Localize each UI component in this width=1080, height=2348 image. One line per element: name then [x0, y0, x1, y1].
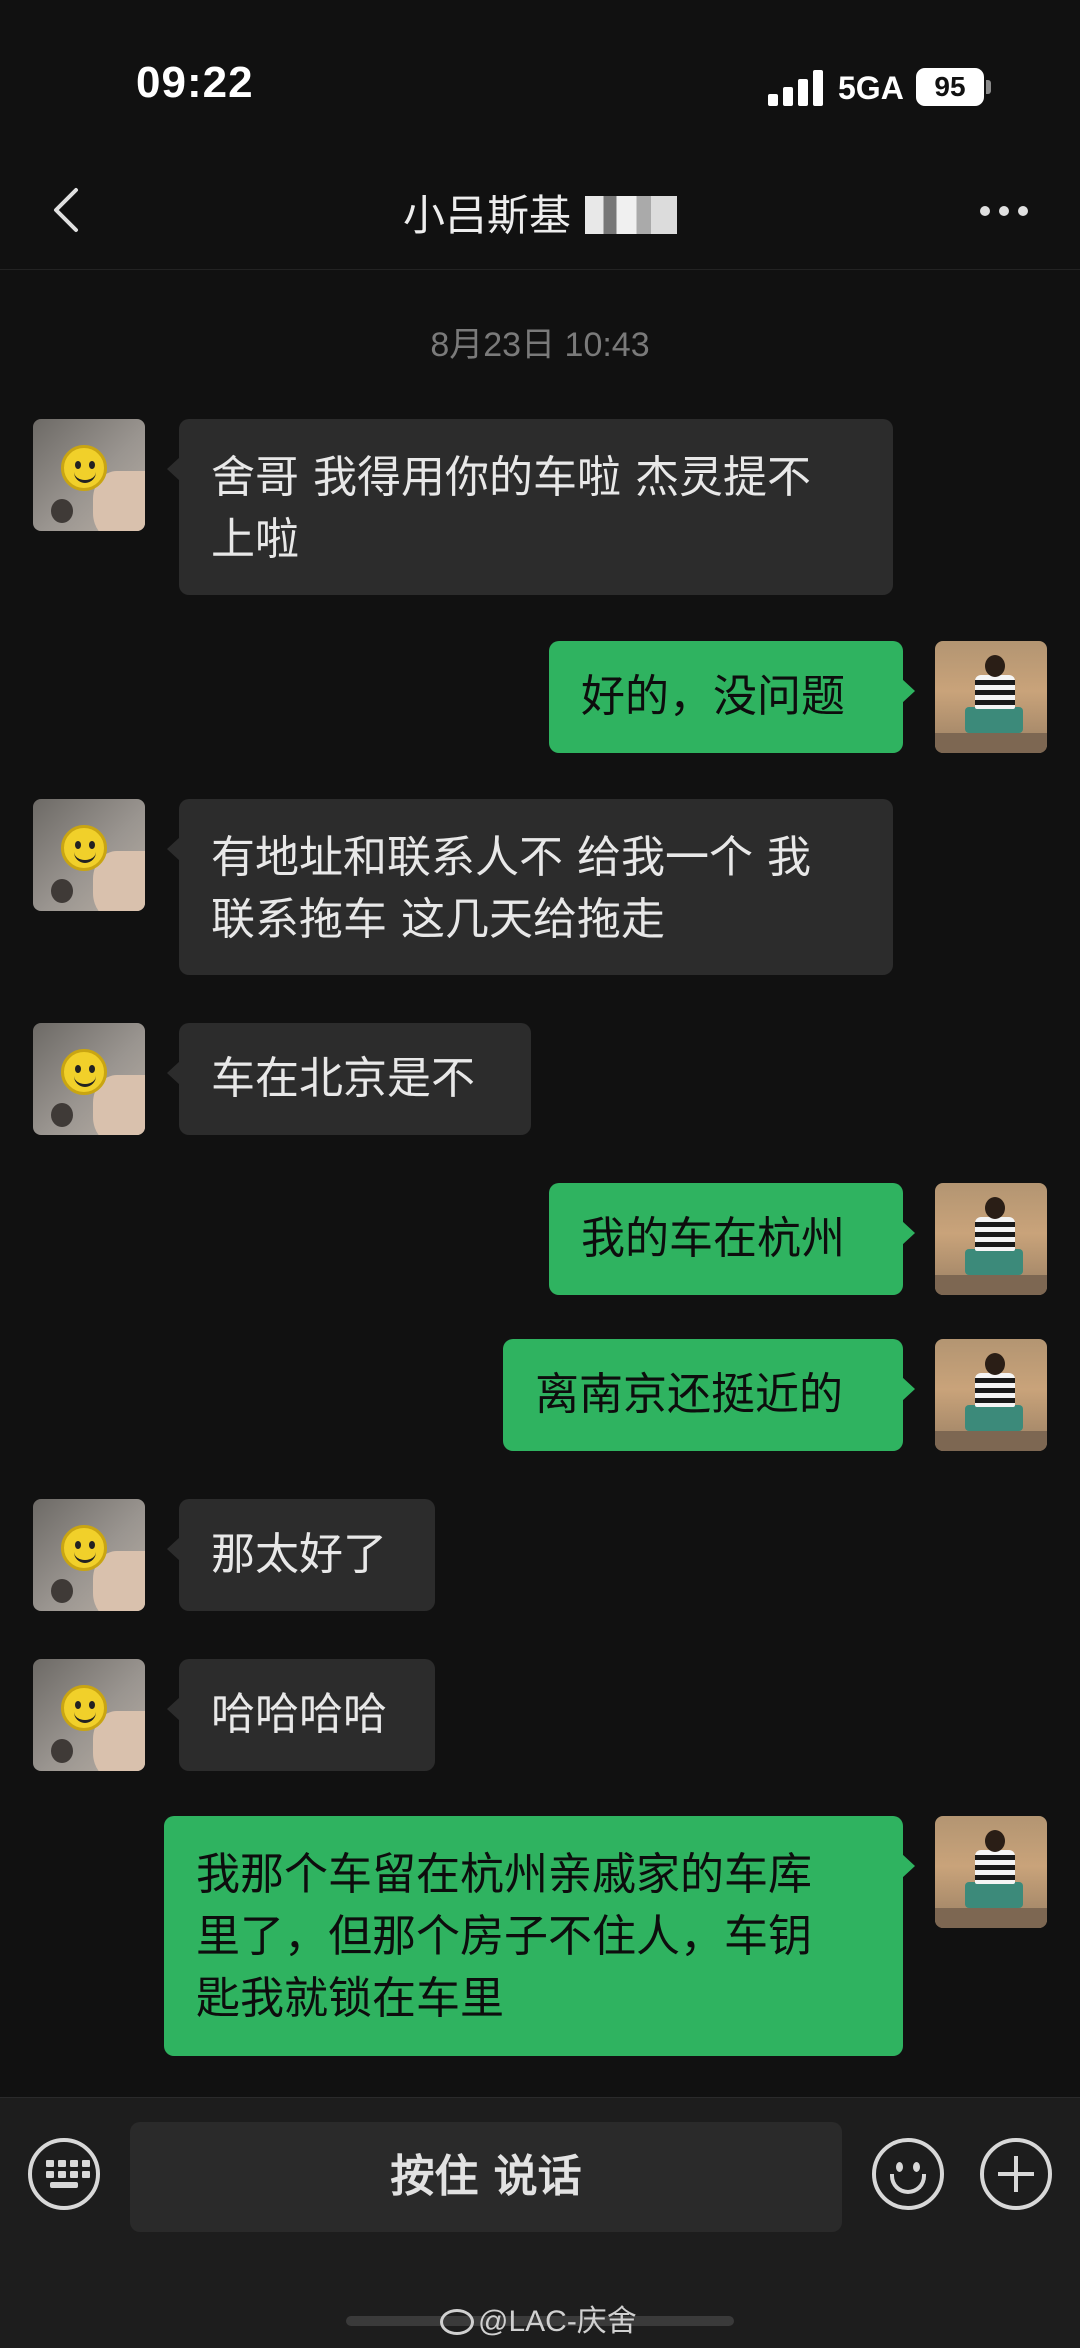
avatar-self[interactable] — [935, 1183, 1047, 1295]
message-bubble[interactable]: 好的，没问题 — [549, 641, 915, 753]
message-bubble[interactable]: 我的车在杭州 — [549, 1183, 915, 1295]
avatar-self[interactable] — [935, 641, 1047, 753]
chat-title-text: 小吕斯基 — [402, 191, 571, 240]
network-label: 5GA — [838, 70, 904, 106]
watermark-text: @LAC-庆舍 — [478, 2305, 637, 2338]
nav-bar: 小吕斯基 — [0, 150, 1080, 270]
avatar-friend[interactable] — [33, 1023, 145, 1135]
message-bubble[interactable]: 哈哈哈哈 — [167, 1659, 435, 1771]
chat-area[interactable]: 8月23日 10:43 舍哥 我得用你的车啦 杰灵提不 上啦 好的，没问题 有地… — [0, 271, 1080, 2096]
emoji-icon[interactable] — [872, 2138, 944, 2210]
chat-title: 小吕斯基 — [0, 182, 1080, 243]
battery-icon: 95 — [916, 68, 984, 106]
avatar-friend[interactable] — [33, 799, 145, 911]
signal-icon — [768, 70, 826, 106]
battery-tip — [986, 80, 991, 94]
message-bubble[interactable]: 有地址和联系人不 给我一个 我 联系拖车 这几天给拖走 — [167, 799, 893, 975]
avatar-self[interactable] — [935, 1339, 1047, 1451]
watermark: @LAC-庆舍 — [440, 2296, 637, 2340]
more-dots-icon[interactable] — [972, 186, 1036, 234]
plus-icon[interactable] — [980, 2138, 1052, 2210]
weibo-icon — [440, 2309, 474, 2335]
avatar-friend[interactable] — [33, 1659, 145, 1771]
status-time: 09:22 — [136, 58, 254, 107]
censored-mark — [585, 196, 677, 234]
keyboard-icon[interactable] — [28, 2138, 100, 2210]
hold-to-talk-button[interactable]: 按住 说话 — [130, 2122, 842, 2232]
chat-timestamp: 8月23日 10:43 — [430, 326, 650, 364]
avatar-self[interactable] — [935, 1816, 1047, 1928]
avatar-friend[interactable] — [33, 419, 145, 531]
message-bubble[interactable]: 舍哥 我得用你的车啦 杰灵提不 上啦 — [167, 419, 893, 595]
message-bubble[interactable]: 离南京还挺近的 — [503, 1339, 915, 1451]
message-bubble[interactable]: 我那个车留在杭州亲戚家的车库 里了，但那个房子不住人，车钥 匙我就锁在车里 — [164, 1816, 915, 2056]
status-bar: 09:22 5GA 95 — [0, 0, 1080, 150]
avatar-friend[interactable] — [33, 1499, 145, 1611]
message-bubble[interactable]: 车在北京是不 — [167, 1023, 531, 1135]
message-bubble[interactable]: 那太好了 — [167, 1499, 435, 1611]
